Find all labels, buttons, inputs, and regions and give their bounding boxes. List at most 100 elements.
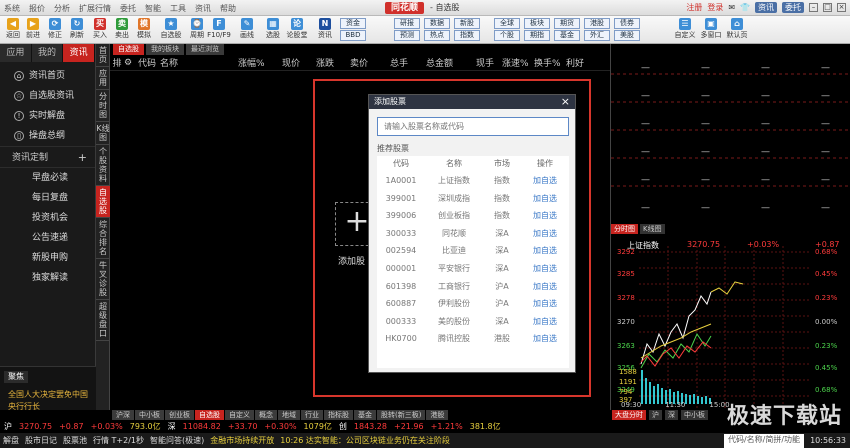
box-futures-index[interactable]: 期指 xyxy=(524,30,550,41)
status-pool[interactable]: 股票池 xyxy=(63,433,87,448)
add-watchlist-link[interactable]: 加自选 xyxy=(521,190,569,208)
tab-region[interactable]: 地域 xyxy=(278,410,300,420)
box-stock[interactable]: 个股 xyxy=(494,30,520,41)
login-link[interactable]: 登录 xyxy=(707,2,723,13)
box-futures[interactable]: 期货 xyxy=(554,18,580,29)
box-index[interactable]: 指数 xyxy=(454,30,480,41)
box-bond[interactable]: 债券 xyxy=(614,18,640,29)
stock-search-input[interactable] xyxy=(377,117,569,136)
col-amount[interactable]: 总金额 xyxy=(426,56,476,69)
col-price[interactable]: 现价 xyxy=(282,56,316,69)
vtab-ranking[interactable]: 综合排名 xyxy=(96,218,110,259)
fix-button[interactable]: ⟳ 修正 xyxy=(44,18,66,42)
close-icon[interactable]: × xyxy=(561,95,570,109)
tab-watchlist[interactable]: 自选股 xyxy=(113,44,144,55)
add-watchlist-link[interactable]: 加自选 xyxy=(521,260,569,278)
register-link[interactable]: 注册 xyxy=(686,2,702,13)
tab-gem[interactable]: 创业板 xyxy=(165,410,194,420)
col-volume[interactable]: 总手 xyxy=(390,56,426,69)
box-ipo[interactable]: 新股 xyxy=(454,18,480,29)
nav-exclusive[interactable]: 独家解读 xyxy=(0,268,95,288)
menu-help[interactable]: 帮助 xyxy=(220,3,236,14)
news-custom-section[interactable]: 资讯定制 + xyxy=(0,146,95,168)
tab-hkstock[interactable]: 港股 xyxy=(426,410,449,420)
status-diary[interactable]: 股市日记 xyxy=(25,433,57,448)
sell-button[interactable]: 卖卖出 xyxy=(111,18,133,42)
status-news[interactable]: 10:26 达实智能：公司区块链业务仍在关注阶段 xyxy=(280,433,450,448)
add-watchlist-link[interactable]: 加自选 xyxy=(521,313,569,331)
news-button[interactable]: 资讯 xyxy=(755,2,777,13)
tab-kline[interactable]: K线图 xyxy=(640,224,665,234)
nav-news-home[interactable]: ⌂ 资讯首页 xyxy=(0,66,95,86)
multi-window-button[interactable]: ▣ 多窗口 xyxy=(698,18,724,42)
tab-hushen[interactable]: 沪深 xyxy=(112,410,134,420)
col-name[interactable]: 名称 xyxy=(160,56,238,69)
nav-watchlist-news[interactable]: ☆ 自选股资讯 xyxy=(0,86,95,106)
box-bbd[interactable]: BBD xyxy=(340,30,366,41)
menu-smart[interactable]: 智能 xyxy=(145,3,161,14)
vtab-home[interactable]: 首页 xyxy=(96,44,110,67)
box-hk[interactable]: 港股 xyxy=(584,18,610,29)
box-fx[interactable]: 外汇 xyxy=(584,30,610,41)
default-page-button[interactable]: ⌂ 默认页 xyxy=(724,18,750,42)
box-research[interactable]: 研报 xyxy=(394,18,420,29)
tab-mine[interactable]: 我的 xyxy=(32,44,64,62)
tab-recent[interactable]: 最近浏览 xyxy=(186,44,224,55)
status-headline[interactable]: 金融市场持续开放 xyxy=(210,433,274,448)
nav-ipo[interactable]: 新股申购 xyxy=(0,248,95,268)
box-sector[interactable]: 板块 xyxy=(524,18,550,29)
col-ask[interactable]: 卖价 xyxy=(350,56,390,69)
box-funds[interactable]: 资金 xyxy=(340,18,366,29)
menu-analysis[interactable]: 分析 xyxy=(54,3,70,14)
add-watchlist-link[interactable]: 加自选 xyxy=(521,172,569,190)
tab-index-stocks[interactable]: 指标股 xyxy=(324,410,353,420)
draw-button[interactable]: ✎ 画线 xyxy=(236,18,258,42)
nav-live-analysis[interactable]: ! 实时解盘 xyxy=(0,106,95,126)
tab-sme[interactable]: 中小板 xyxy=(135,410,164,420)
nav-morning-read[interactable]: 早盘必读 xyxy=(0,168,95,188)
plus-icon[interactable]: + xyxy=(78,147,87,169)
customize-button[interactable]: ☰ 自定义 xyxy=(672,18,698,42)
vtab-watchlist[interactable]: 自选股 xyxy=(96,186,110,218)
status-qa[interactable]: 智能问答(极速) xyxy=(150,433,204,448)
col-change-pct[interactable]: 涨幅% xyxy=(238,56,282,69)
tab-industry[interactable]: 行业 xyxy=(301,410,323,420)
col-last-vol[interactable]: 现手 xyxy=(476,56,502,69)
box-us[interactable]: 美股 xyxy=(614,30,640,41)
box-data[interactable]: 数据 xyxy=(424,18,450,29)
col-turnover[interactable]: 换手% xyxy=(534,56,566,69)
col-good-news[interactable]: 利好 xyxy=(566,56,586,69)
period-button[interactable]: ⌚ 周期 xyxy=(186,18,208,42)
gear-icon[interactable]: ⚙ xyxy=(124,58,134,68)
nav-announcements[interactable]: 公告速递 xyxy=(0,228,95,248)
pick-stock-button[interactable]: ▦ 选股 xyxy=(262,18,284,42)
close-icon[interactable]: × xyxy=(837,3,846,12)
back-button[interactable]: ◀ 返回 xyxy=(2,18,24,42)
order-button[interactable]: 委托 xyxy=(782,2,804,13)
vtab-diagnose[interactable]: 牛叉诊股 xyxy=(96,259,110,300)
col-rank[interactable]: 排 xyxy=(110,56,124,69)
menu-news[interactable]: 资讯 xyxy=(195,3,211,14)
add-watchlist-link[interactable]: 加自选 xyxy=(521,207,569,225)
menu-extended[interactable]: 扩展行情 xyxy=(79,3,111,14)
box-forecast[interactable]: 预测 xyxy=(394,30,420,41)
simulate-button[interactable]: 模模拟 xyxy=(133,18,155,42)
menu-system[interactable]: 系统 xyxy=(4,3,20,14)
add-watchlist-link[interactable]: 加自选 xyxy=(521,295,569,313)
tab-my-sectors[interactable]: 我的板块 xyxy=(146,44,184,55)
menu-tools[interactable]: 工具 xyxy=(170,3,186,14)
quick-search-input[interactable]: 代码/名称/简拼/功能 xyxy=(723,434,805,448)
shirt-icon[interactable]: 👕 xyxy=(740,3,750,12)
vtab-orderbook[interactable]: 超级盘口 xyxy=(96,300,110,341)
box-hot[interactable]: 热点 xyxy=(424,30,450,41)
tab-funds[interactable]: 基金 xyxy=(354,410,376,420)
nav-trading-guide[interactable]: ▯ 操盘总纲 xyxy=(0,126,95,146)
watchlist-button[interactable]: ★ 自选股 xyxy=(160,18,182,42)
add-stock-label[interactable]: 添加股 xyxy=(338,254,365,267)
minimize-icon[interactable]: – xyxy=(809,3,818,12)
tab-custom[interactable]: 自定义 xyxy=(225,410,254,420)
forum-button[interactable]: 论论股堂 xyxy=(286,18,308,42)
mail-icon[interactable]: ✉ xyxy=(728,3,735,12)
tab-watchlist-bottom[interactable]: 自选股 xyxy=(195,410,224,420)
tab-neeq[interactable]: 股转(新三板) xyxy=(377,410,426,420)
